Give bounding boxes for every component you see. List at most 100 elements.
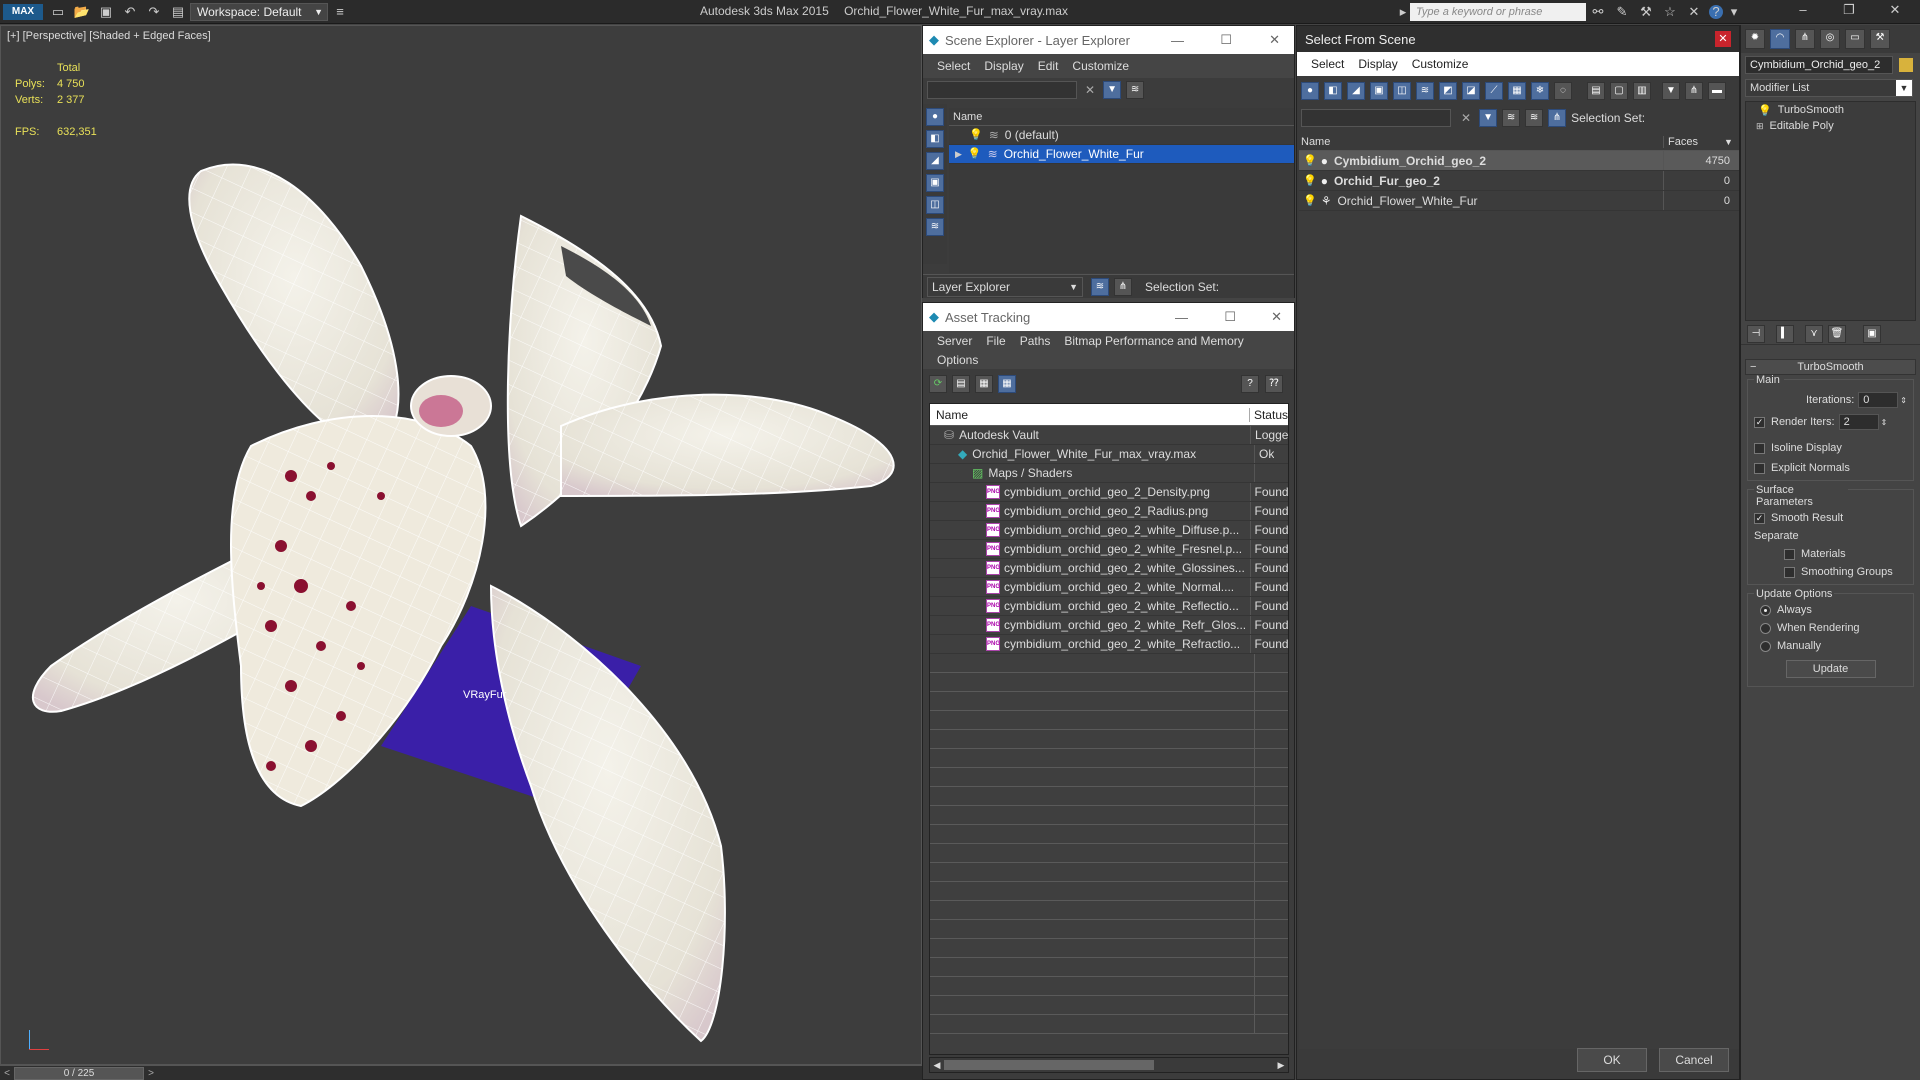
close-icon[interactable]: ✕ xyxy=(1269,32,1280,48)
layer-row-default[interactable]: 💡 ≋ 0 (default) xyxy=(949,126,1294,145)
display-tab-icon[interactable]: ▭ xyxy=(1845,29,1865,49)
display-cameras-icon[interactable]: ▣ xyxy=(926,174,944,192)
filter-spacewarps-icon[interactable]: ≋ xyxy=(1416,82,1434,100)
minimize-icon[interactable]: – xyxy=(1783,2,1823,18)
favorites-icon[interactable]: ☆ xyxy=(1661,4,1679,20)
maximize-icon[interactable]: ☐ xyxy=(1224,309,1236,325)
asset-row[interactable]: ◆ Orchid_Flower_White_Fur_max_vray.max Ok xyxy=(930,445,1288,464)
asset-row[interactable]: PNG cymbidium_orchid_geo_2_white_Glossine… xyxy=(930,559,1288,578)
timeline-next-icon[interactable]: > xyxy=(144,1068,158,1079)
stack-item-turbosmooth[interactable]: 💡 TurboSmooth xyxy=(1746,102,1915,118)
object-color-swatch[interactable] xyxy=(1899,58,1913,72)
help-icon[interactable]: ? xyxy=(1709,5,1723,19)
subscription-icon[interactable]: ⚒ xyxy=(1637,4,1655,20)
manually-radio[interactable] xyxy=(1760,640,1771,652)
refresh-icon[interactable]: ⟳ xyxy=(929,375,947,393)
scroll-right-icon[interactable]: ▶ xyxy=(1274,1060,1288,1071)
col-name[interactable]: Name xyxy=(1299,136,1664,148)
redo-icon[interactable]: ↷ xyxy=(145,4,163,20)
layers-icon[interactable]: ≋ xyxy=(1525,109,1544,127)
motion-tab-icon[interactable]: ◎ xyxy=(1820,29,1840,49)
scene-object-row[interactable]: 💡 ● Orchid_Fur_geo_2 0 xyxy=(1299,171,1739,191)
filter-shapes-icon[interactable]: ◧ xyxy=(1324,82,1342,100)
app-logo-icon[interactable]: MAX xyxy=(3,3,43,20)
visibility-bulb-icon[interactable]: 💡 xyxy=(968,145,982,163)
asset-tracking-titlebar[interactable]: ◆ Asset Tracking — ☐ ✕ xyxy=(923,303,1294,331)
filter-helpers-icon[interactable]: ◫ xyxy=(1393,82,1411,100)
filter-frozen-icon[interactable]: ❄ xyxy=(1531,82,1549,100)
menu-select[interactable]: Select xyxy=(1311,57,1344,71)
menu-file[interactable]: File xyxy=(986,334,1005,348)
asset-row[interactable]: PNG cymbidium_orchid_geo_2_white_Reflecti… xyxy=(930,597,1288,616)
sort-arrow-icon[interactable]: ▼ xyxy=(1724,137,1733,147)
search-expand-icon[interactable]: ▸ xyxy=(1399,4,1407,20)
asset-row[interactable]: PNG cymbidium_orchid_geo_2_white_Normal..… xyxy=(930,578,1288,597)
scene-object-row[interactable]: 💡 ● Cymbidium_Orchid_geo_2 4750 xyxy=(1299,151,1739,171)
select-search-input[interactable] xyxy=(1301,109,1451,127)
col-name[interactable]: Name xyxy=(930,407,1250,422)
close-icon[interactable]: ✕ xyxy=(1271,309,1282,325)
spinner-arrows-icon[interactable]: ⇕ xyxy=(1900,396,1907,405)
asset-row[interactable]: PNG cymbidium_orchid_geo_2_Density.png Fou… xyxy=(930,483,1288,502)
layer-explorer-icon[interactable]: ≋ xyxy=(1091,277,1109,296)
asset-row[interactable]: PNG cymbidium_orchid_geo_2_white_Refr_Glo… xyxy=(930,616,1288,635)
menu-server[interactable]: Server xyxy=(937,334,972,348)
update-button[interactable]: Update xyxy=(1785,660,1876,678)
isoline-checkbox[interactable] xyxy=(1754,442,1765,454)
pin-stack-icon[interactable]: ⊣ xyxy=(1747,324,1765,343)
orchid-model[interactable]: VRayFur xyxy=(1,26,921,1064)
select-from-scene-titlebar[interactable]: Select From Scene ✕ xyxy=(1297,26,1739,52)
timeline[interactable]: < 0 / 225 > xyxy=(0,1065,922,1080)
search-input[interactable]: Type a keyword or phrase xyxy=(1410,3,1586,21)
scene-explorer-titlebar[interactable]: ◆ Scene Explorer - Layer Explorer — ☐ ✕ xyxy=(923,26,1294,54)
menu-customize[interactable]: Customize xyxy=(1412,57,1469,71)
visibility-bulb-icon[interactable]: 💡 xyxy=(1303,191,1317,210)
configure-sets-icon[interactable]: ▣ xyxy=(1863,324,1881,343)
layer-options-icon[interactable]: ≋ xyxy=(1502,109,1521,127)
maximize-icon[interactable]: ☐ xyxy=(1220,32,1232,48)
time-slider[interactable]: 0 / 225 xyxy=(14,1066,144,1080)
table-view-icon[interactable]: ▦ xyxy=(998,375,1016,393)
scene-explorer-search-input[interactable] xyxy=(927,81,1077,99)
remove-modifier-icon[interactable]: 🗑 xyxy=(1828,324,1846,343)
ok-button[interactable]: OK xyxy=(1577,1048,1647,1072)
render-iters-checkbox[interactable]: ✓ xyxy=(1754,416,1765,428)
asset-row[interactable]: PNG cymbidium_orchid_geo_2_white_Fresnel.… xyxy=(930,540,1288,559)
display-lights-icon[interactable]: ◢ xyxy=(926,152,944,170)
asset-row[interactable]: PNG cymbidium_orchid_geo_2_white_Refracti… xyxy=(930,635,1288,654)
expand-plus-icon[interactable]: ⊞ xyxy=(1756,121,1764,132)
project-icon[interactable]: ▤ xyxy=(169,4,187,20)
stack-item-editable-poly[interactable]: ⊞ Editable Poly xyxy=(1746,118,1915,134)
asset-row[interactable]: PNG cymbidium_orchid_geo_2_Radius.png Foun… xyxy=(930,502,1288,521)
undo-icon[interactable]: ↶ xyxy=(121,4,139,20)
render-iters-spinner[interactable]: 2 xyxy=(1838,414,1879,430)
asset-row[interactable]: ▨ Maps / Shaders xyxy=(930,464,1288,483)
filter-containers-icon[interactable]: ▦ xyxy=(1508,82,1526,100)
col-status[interactable]: Status xyxy=(1250,408,1288,422)
help-icon[interactable]: ? xyxy=(1241,375,1259,393)
make-unique-icon[interactable]: ⋎ xyxy=(1805,324,1823,343)
exchange-icon[interactable]: ✕ xyxy=(1685,4,1703,20)
hierarchy-mode-icon[interactable]: ⋔ xyxy=(1548,109,1567,127)
expand-arrow-icon[interactable]: ▶ xyxy=(955,145,962,163)
filter-groups-icon[interactable]: ◩ xyxy=(1439,82,1457,100)
select-all-icon[interactable]: ▤ xyxy=(1587,82,1605,100)
utilities-tab-icon[interactable]: ⚒ xyxy=(1870,29,1890,49)
when-rendering-radio[interactable] xyxy=(1760,622,1771,634)
visibility-bulb-icon[interactable]: 💡 xyxy=(1303,151,1317,170)
hierarchy-tab-icon[interactable]: ⋔ xyxy=(1795,29,1815,49)
asset-row[interactable]: ⛁ Autodesk Vault Logge xyxy=(930,426,1288,445)
col-faces[interactable]: Faces xyxy=(1664,136,1724,148)
display-geometry-icon[interactable]: ● xyxy=(926,108,944,126)
modifier-list-dropdown[interactable]: Modifier List ▼ xyxy=(1745,79,1913,97)
open-file-icon[interactable]: 📂 xyxy=(73,4,91,20)
filter-icon[interactable]: ▼ xyxy=(1103,81,1122,99)
display-helpers-icon[interactable]: ◫ xyxy=(926,196,944,214)
asset-row[interactable]: PNG cymbidium_orchid_geo_2_white_Diffuse.… xyxy=(930,521,1288,540)
tools-icon[interactable]: ✎ xyxy=(1613,4,1631,20)
menu-edit[interactable]: Edit xyxy=(1038,59,1059,73)
menu-display[interactable]: Display xyxy=(984,59,1023,73)
menu-bitmap-performance[interactable]: Bitmap Performance and Memory xyxy=(1064,334,1243,348)
perspective-viewport[interactable]: [+] [Perspective] [Shaded + Edged Faces]… xyxy=(0,25,922,1065)
rollout-header[interactable]: − TurboSmooth xyxy=(1745,359,1916,375)
